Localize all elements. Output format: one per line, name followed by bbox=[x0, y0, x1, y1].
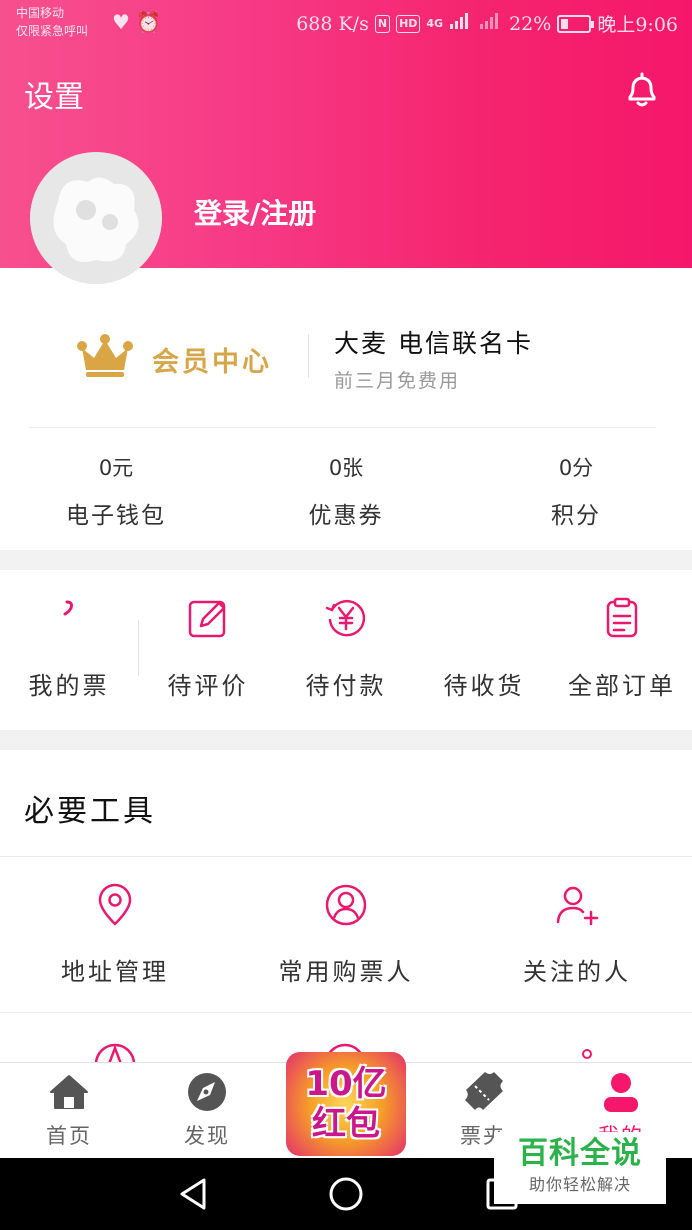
member-center-button[interactable]: 会员中心 bbox=[152, 340, 272, 379]
frequent-buyers-button[interactable]: 常用购票人 bbox=[231, 882, 461, 987]
tab-label: 发现 bbox=[184, 1124, 230, 1148]
bell-icon[interactable] bbox=[622, 70, 662, 110]
status-right-group: 688 K/s N HD 4G 22% 晚上9:06 bbox=[296, 10, 678, 37]
yuan-refresh-icon bbox=[324, 596, 368, 640]
red-packet-promo-button[interactable]: 10亿 红包 bbox=[286, 1052, 406, 1156]
network-speed: 688 K/s bbox=[296, 12, 369, 35]
following-button[interactable]: 关注的人 bbox=[462, 882, 692, 987]
my-tickets-button[interactable]: 我的票 bbox=[0, 596, 138, 701]
user-add-icon bbox=[554, 882, 600, 928]
avatar[interactable] bbox=[30, 152, 162, 284]
divider bbox=[30, 427, 656, 428]
order-label: 待评价 bbox=[167, 672, 249, 700]
points-value: 0分 bbox=[558, 456, 594, 480]
battery-icon bbox=[557, 14, 595, 33]
wallet-label: 电子钱包 bbox=[66, 503, 166, 529]
order-list-icon bbox=[600, 596, 644, 640]
pending-review-button[interactable]: 待评价 bbox=[139, 596, 277, 701]
promo-text-red-packet: 红包 bbox=[312, 1104, 380, 1144]
ticket-icon bbox=[47, 596, 91, 640]
tab-label: 首页 bbox=[46, 1124, 92, 1148]
back-icon[interactable] bbox=[174, 1174, 214, 1214]
co-brand-card-title[interactable]: 大麦 电信联名卡 bbox=[334, 324, 533, 360]
login-register-link[interactable]: 登录/注册 bbox=[194, 192, 316, 232]
status-left-icons: ♥ ⏰ bbox=[112, 10, 161, 34]
pending-payment-button[interactable]: 待付款 bbox=[277, 596, 415, 701]
promo-text-amount: 10亿 bbox=[305, 1064, 387, 1104]
all-orders-button[interactable]: 全部订单 bbox=[553, 596, 691, 701]
order-label: 全部订单 bbox=[568, 672, 676, 700]
tools-section-title: 必要工具 bbox=[24, 794, 156, 829]
status-bar: 中国移动 仅限紧急呼叫 ♥ ⏰ 688 K/s N HD 4G 22% 晚上9:… bbox=[0, 0, 692, 50]
clock: 晚上9:06 bbox=[597, 14, 678, 36]
tool-label: 地址管理 bbox=[61, 958, 169, 986]
points-stat[interactable]: 0分 积分 bbox=[486, 452, 666, 530]
order-label: 我的票 bbox=[28, 672, 110, 700]
delivery-icon bbox=[462, 596, 506, 640]
user-circle-icon bbox=[323, 882, 369, 928]
tool-label: 关注的人 bbox=[523, 958, 631, 986]
user-icon bbox=[599, 1070, 643, 1114]
wallet-stat[interactable]: 0元 电子钱包 bbox=[26, 452, 206, 530]
page-title[interactable]: 设置 bbox=[24, 72, 84, 116]
compass-icon bbox=[185, 1070, 229, 1114]
hd-icon: HD bbox=[396, 14, 421, 33]
battery-percent: 22% bbox=[509, 12, 552, 35]
pending-delivery-button[interactable]: 待收货 bbox=[415, 596, 553, 701]
wallet-value: 0元 bbox=[98, 456, 134, 480]
divider bbox=[0, 1012, 692, 1013]
carrier-info: 中国移动 仅限紧急呼叫 bbox=[16, 4, 88, 40]
home-icon bbox=[47, 1070, 91, 1114]
watermark-sub-text: 助你轻松解决 bbox=[528, 1175, 631, 1194]
edit-icon bbox=[186, 596, 230, 640]
watermark-main-text: 百科全说 bbox=[518, 1136, 642, 1171]
location-pin-icon bbox=[92, 882, 138, 928]
order-label: 待收货 bbox=[443, 672, 525, 700]
nfc-icon: N bbox=[374, 14, 391, 33]
coupon-value: 0张 bbox=[328, 456, 364, 480]
carrier-name: 中国移动 bbox=[16, 6, 65, 20]
tab-discover[interactable]: 发现 bbox=[138, 1070, 276, 1150]
emergency-only-text: 仅限紧急呼叫 bbox=[16, 24, 89, 38]
co-brand-card-subtitle: 前三月免费用 bbox=[334, 370, 461, 392]
divider bbox=[0, 856, 692, 857]
tab-home[interactable]: 首页 bbox=[0, 1070, 138, 1150]
tool-label: 常用购票人 bbox=[278, 958, 414, 986]
alarm-icon: ⏰ bbox=[135, 10, 161, 34]
signal-2-icon bbox=[479, 12, 503, 35]
watermark-logo: 百科全说 助你轻松解决 bbox=[494, 1132, 666, 1204]
network-type: 4G bbox=[426, 17, 444, 30]
ticket-tab-icon bbox=[461, 1070, 505, 1114]
signal-icon bbox=[449, 12, 473, 35]
order-label: 待付款 bbox=[305, 672, 387, 700]
coupon-stat[interactable]: 0张 优惠券 bbox=[256, 452, 436, 530]
divider bbox=[308, 334, 309, 378]
address-management-button[interactable]: 地址管理 bbox=[0, 882, 230, 987]
coupon-label: 优惠券 bbox=[308, 503, 384, 529]
home-nav-icon[interactable] bbox=[326, 1174, 366, 1214]
points-label: 积分 bbox=[551, 503, 601, 529]
heart-pulse-icon: ♥ bbox=[112, 10, 130, 34]
crown-icon bbox=[76, 332, 134, 378]
